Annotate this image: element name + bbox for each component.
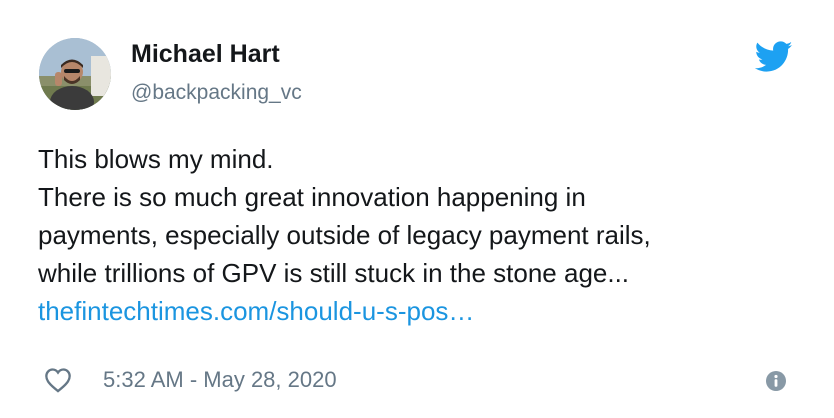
avatar[interactable]: [39, 38, 111, 110]
heart-icon[interactable]: [44, 367, 72, 393]
info-icon-svg: [766, 371, 786, 391]
heart-icon-svg: [45, 368, 71, 393]
twitter-bird-icon[interactable]: [754, 41, 793, 73]
tweet-card: Michael Hart @backpacking_vc This blows …: [0, 0, 834, 418]
tweet-text-line: This blows my mind.: [38, 144, 274, 174]
tweet-body: This blows my mind. There is so much gre…: [38, 140, 818, 330]
tweet-timestamp[interactable]: 5:32 AM - May 28, 2020: [103, 366, 337, 394]
info-icon[interactable]: [765, 370, 787, 392]
avatar-photo: [39, 38, 111, 110]
tweet-link[interactable]: thefintechtimes.com/should-u-s-pos…: [38, 292, 818, 330]
tweet-text-line: There is so much great innovation happen…: [38, 182, 586, 212]
author-handle[interactable]: @backpacking_vc: [131, 80, 302, 106]
tweet-text-line: payments, especially outside of legacy p…: [38, 220, 651, 250]
tweet-footer: 5:32 AM - May 28, 2020: [0, 362, 834, 400]
tweet-text-line: while trillions of GPV is still stuck in…: [38, 258, 630, 288]
author-display-name[interactable]: Michael Hart: [131, 39, 280, 69]
twitter-bird-icon-svg: [754, 41, 793, 72]
